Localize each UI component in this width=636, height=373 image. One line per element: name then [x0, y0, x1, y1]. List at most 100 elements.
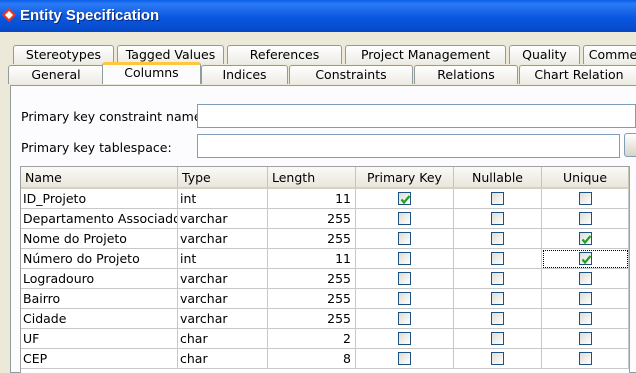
- cell-name[interactable]: Bairro: [21, 289, 178, 309]
- cell-nullable: [454, 209, 542, 229]
- unique-checkbox[interactable]: [579, 212, 592, 225]
- header-name[interactable]: Name: [21, 167, 178, 189]
- table-row[interactable]: Cidade varchar 255: [21, 309, 629, 329]
- header-nullable[interactable]: Nullable: [454, 167, 542, 189]
- header-primary-key[interactable]: Primary Key: [356, 167, 454, 189]
- primary-key-checkbox[interactable]: [398, 292, 411, 305]
- table-row[interactable]: Nome do Projeto varchar 255: [21, 229, 629, 249]
- cell-name[interactable]: CEP: [21, 349, 178, 369]
- cell-name[interactable]: Cidade: [21, 309, 178, 329]
- pk-constraint-input[interactable]: [197, 104, 636, 128]
- unique-checkbox[interactable]: [579, 332, 592, 345]
- primary-key-checkbox[interactable]: [398, 352, 411, 365]
- cell-unique: [542, 349, 629, 369]
- tab-comme[interactable]: Comme: [583, 45, 636, 64]
- window-title: Entity Specification: [20, 7, 160, 24]
- cell-primary-key: [356, 289, 454, 309]
- header-length[interactable]: Length: [268, 167, 356, 189]
- cell-type[interactable]: varchar: [178, 209, 268, 229]
- cell-unique: [542, 289, 629, 309]
- columns-grid[interactable]: Name Type Length Primary Key Nullable Unique I…: [20, 166, 630, 373]
- header-type[interactable]: Type: [178, 167, 268, 189]
- unique-checkbox[interactable]: [579, 292, 592, 305]
- cell-type[interactable]: int: [178, 189, 268, 209]
- unique-checkbox[interactable]: [579, 272, 592, 285]
- cell-name[interactable]: Nome do Projeto: [21, 229, 178, 249]
- cell-nullable: [454, 309, 542, 329]
- tab-constraints[interactable]: Constraints: [289, 65, 413, 84]
- tab-indices[interactable]: Indices: [201, 65, 288, 84]
- unique-checkbox[interactable]: [579, 312, 592, 325]
- cell-primary-key: [356, 329, 454, 349]
- table-row[interactable]: ID_Projeto int 11: [21, 189, 629, 209]
- primary-key-checkbox[interactable]: [398, 312, 411, 325]
- nullable-checkbox[interactable]: [491, 312, 504, 325]
- table-row[interactable]: CEP char 8: [21, 349, 629, 369]
- unique-checkbox[interactable]: [579, 232, 592, 245]
- cell-length[interactable]: 255: [268, 269, 356, 289]
- nullable-checkbox[interactable]: [491, 292, 504, 305]
- tab-columns[interactable]: Columns: [102, 62, 201, 84]
- cell-type[interactable]: int: [178, 249, 268, 269]
- tab-quality[interactable]: Quality: [509, 45, 580, 64]
- tab-chart-relation[interactable]: Chart Relation: [519, 65, 636, 84]
- cell-length[interactable]: 8: [268, 349, 356, 369]
- checkmark-icon: [581, 235, 592, 245]
- nullable-checkbox[interactable]: [491, 252, 504, 265]
- unique-checkbox[interactable]: [579, 192, 592, 205]
- cell-length[interactable]: 2: [268, 329, 356, 349]
- header-unique[interactable]: Unique: [542, 167, 629, 189]
- cell-primary-key: [356, 209, 454, 229]
- nullable-checkbox[interactable]: [491, 272, 504, 285]
- table-row[interactable]: Departamento Associado varchar 255: [21, 209, 629, 229]
- pk-tablespace-input[interactable]: [197, 134, 620, 158]
- primary-key-checkbox[interactable]: [398, 332, 411, 345]
- nullable-checkbox[interactable]: [491, 232, 504, 245]
- cell-nullable: [454, 349, 542, 369]
- nullable-checkbox[interactable]: [491, 352, 504, 365]
- cell-length[interactable]: 255: [268, 209, 356, 229]
- cell-name[interactable]: Departamento Associado: [21, 209, 178, 229]
- tab-stereotypes[interactable]: Stereotypes: [13, 45, 114, 64]
- tablespace-browse-button[interactable]: [624, 133, 636, 157]
- nullable-checkbox[interactable]: [491, 212, 504, 225]
- tab-references[interactable]: References: [227, 45, 342, 64]
- table-row[interactable]: Bairro varchar 255: [21, 289, 629, 309]
- table-row[interactable]: UF char 2: [21, 329, 629, 349]
- cell-type[interactable]: varchar: [178, 309, 268, 329]
- title-bar[interactable]: Entity Specification: [0, 0, 636, 32]
- table-row[interactable]: Número do Projeto int 11: [21, 249, 629, 269]
- nullable-checkbox[interactable]: [491, 192, 504, 205]
- cell-type[interactable]: char: [178, 349, 268, 369]
- cell-unique: [542, 209, 629, 229]
- cell-name[interactable]: ID_Projeto: [21, 189, 178, 209]
- tab-project-management[interactable]: Project Management: [345, 45, 506, 64]
- tab-relations[interactable]: Relations: [414, 65, 518, 84]
- primary-key-checkbox[interactable]: [398, 212, 411, 225]
- table-row[interactable]: Logradouro varchar 255: [21, 269, 629, 289]
- nullable-checkbox[interactable]: [491, 332, 504, 345]
- cell-name[interactable]: UF: [21, 329, 178, 349]
- cell-name[interactable]: Número do Projeto: [21, 249, 178, 269]
- cell-unique: [542, 189, 629, 209]
- cell-length[interactable]: 11: [268, 189, 356, 209]
- primary-key-checkbox[interactable]: [398, 272, 411, 285]
- cell-type[interactable]: varchar: [178, 289, 268, 309]
- primary-key-checkbox[interactable]: [398, 192, 411, 205]
- unique-checkbox[interactable]: [579, 352, 592, 365]
- unique-checkbox[interactable]: [579, 252, 592, 265]
- cell-type[interactable]: char: [178, 329, 268, 349]
- pk-constraint-label: Primary key constraint name:: [21, 109, 206, 124]
- cell-name[interactable]: Logradouro: [21, 269, 178, 289]
- cell-primary-key: [356, 189, 454, 209]
- cell-nullable: [454, 249, 542, 269]
- cell-length[interactable]: 255: [268, 229, 356, 249]
- primary-key-checkbox[interactable]: [398, 232, 411, 245]
- cell-type[interactable]: varchar: [178, 269, 268, 289]
- tab-general[interactable]: General: [8, 65, 104, 84]
- primary-key-checkbox[interactable]: [398, 252, 411, 265]
- cell-length[interactable]: 11: [268, 249, 356, 269]
- cell-length[interactable]: 255: [268, 309, 356, 329]
- cell-type[interactable]: varchar: [178, 229, 268, 249]
- cell-length[interactable]: 255: [268, 289, 356, 309]
